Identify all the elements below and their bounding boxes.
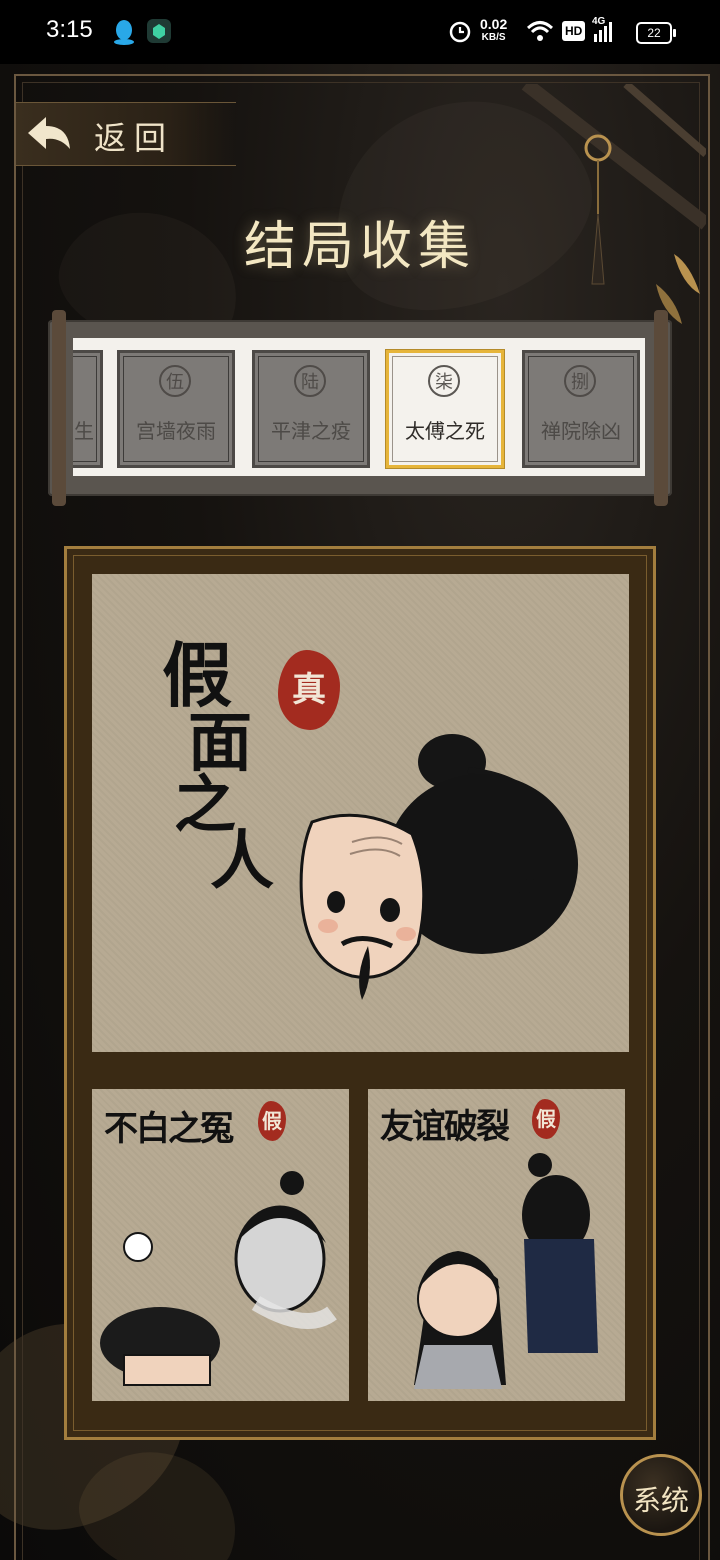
net-speed-value: 0.02 xyxy=(480,16,508,32)
chapter-name: 生 xyxy=(74,419,94,443)
chapter-name: 平津之疫 xyxy=(271,419,351,443)
chapter-card-selected[interactable]: 柒 太傅之死 xyxy=(386,350,504,468)
ending-seal-false: 假 xyxy=(532,1099,560,1139)
app-notification-icon xyxy=(146,18,172,48)
qq-icon xyxy=(112,18,136,50)
network-speed: 0.02 KB/S xyxy=(480,17,507,45)
chapter-card[interactable]: 捌 禅院除凶 xyxy=(522,350,640,468)
chapter-scroll[interactable]: 生 伍 宫墙夜雨 陆 平津之疫 柒 太傅之死 捌 禅院除凶 xyxy=(48,310,672,506)
back-button[interactable]: 返回 xyxy=(16,102,236,166)
status-time: 3:15 xyxy=(46,16,93,43)
ending-card-left[interactable]: 不白之冤 假 xyxy=(92,1089,349,1401)
alarm-icon xyxy=(448,18,472,48)
chapter-number: 陆 xyxy=(294,365,326,397)
chapter-number: 伍 xyxy=(159,365,191,397)
net-speed-unit: KB/S xyxy=(481,32,506,43)
battery-indicator: 22 xyxy=(636,22,676,44)
page-title: 结局收集 xyxy=(243,217,476,277)
ending-seal-false: 假 xyxy=(258,1101,286,1141)
chapter-list: 生 伍 宫墙夜雨 陆 平津之疫 柒 太傅之死 捌 禅院除凶 xyxy=(73,338,645,476)
chapter-number: 柒 xyxy=(428,365,460,397)
chapter-name: 禅院除凶 xyxy=(541,419,621,443)
character-illustration xyxy=(299,734,578,1000)
scroll-rod-left xyxy=(52,310,66,506)
chapter-card[interactable]: 生 xyxy=(73,350,103,468)
ending-card-right[interactable]: 友谊破裂 假 xyxy=(368,1089,625,1401)
battery-level: 22 xyxy=(647,26,661,40)
ending-title: 友谊破裂 xyxy=(380,1107,510,1147)
ending-card-main[interactable]: 假 面 之 人 真 xyxy=(92,574,629,1052)
chapter-name: 宫墙夜雨 xyxy=(136,419,216,443)
chapter-name: 太傅之死 xyxy=(405,419,485,443)
character-illustration xyxy=(414,1153,598,1389)
ending-collection-screen: 返回 结局收集 生 伍 宫墙夜雨 陆 平津之疫 柒 太傅之死 捌 禅院除凶 假 … xyxy=(0,64,720,1560)
system-button[interactable]: 系统 xyxy=(620,1454,702,1536)
chapter-card[interactable]: 伍 宫墙夜雨 xyxy=(117,350,235,468)
system-label: 系统 xyxy=(632,1484,689,1517)
hd-label: HD xyxy=(562,21,586,41)
ending-title: 不白之冤 xyxy=(104,1109,234,1149)
status-bar: 3:15 0.02 KB/S HD 4G 22 xyxy=(0,0,720,64)
endings-panel: 假 面 之 人 真 不白之冤 假 友谊破裂 假 xyxy=(64,546,656,1440)
scroll-rod-right xyxy=(654,310,668,506)
signal-icon: 4G xyxy=(592,16,614,48)
character-illustration xyxy=(100,1171,337,1386)
back-label: 返回 xyxy=(94,119,175,157)
chapter-number: 捌 xyxy=(564,365,596,397)
signal-label: 4G xyxy=(592,16,606,27)
chapter-card[interactable]: 陆 平津之疫 xyxy=(252,350,370,468)
back-arrow-icon xyxy=(28,117,70,149)
ending-title-line: 人 xyxy=(210,824,274,899)
hd-icon: HD xyxy=(562,20,586,41)
wifi-icon xyxy=(526,20,554,46)
